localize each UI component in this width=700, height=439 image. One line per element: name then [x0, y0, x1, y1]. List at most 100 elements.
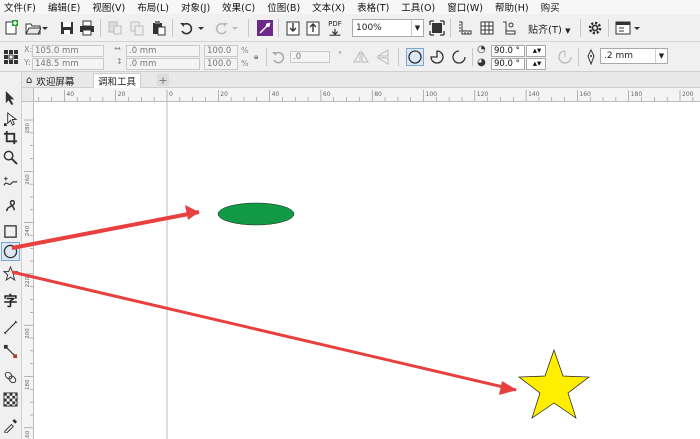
horizontal-ruler[interactable]: 40 20 0 20 40 60 80 100 120 140 160 180 200	[22, 88, 700, 102]
new-document-icon[interactable]	[2, 19, 20, 37]
copy-icon	[128, 19, 146, 37]
ruler-tick-label: 140	[528, 91, 540, 98]
scale-x-field[interactable]: 100.0	[204, 45, 238, 57]
redo-dropdown-icon	[230, 19, 240, 37]
property-bar: X: 105.0 mm Y: 148.5 mm ↔ .0 mm ↕ .0 mm …	[0, 42, 700, 72]
snap-to-menu[interactable]: 贴齐(T) ▼	[528, 21, 571, 36]
ellipse-mode-icon[interactable]	[406, 48, 424, 66]
application-launcher-icon[interactable]	[614, 19, 632, 37]
show-guidelines-icon[interactable]	[500, 19, 518, 37]
ruler-tick-label: 220	[25, 276, 31, 287]
pie-mode-icon[interactable]	[428, 48, 446, 66]
undo-dropdown-icon[interactable]	[196, 19, 206, 37]
scale-y-field[interactable]: 100.0	[204, 58, 238, 70]
x-position-field[interactable]: 105.0 mm	[32, 45, 104, 57]
redo-icon	[212, 19, 230, 37]
menu-item-1[interactable]: 编辑(E)	[48, 0, 80, 14]
tab-document[interactable]: 调和工具	[93, 73, 142, 88]
blend-tool-icon[interactable]	[1, 368, 20, 387]
ruler-tick-label: 100	[426, 91, 438, 98]
vertical-ruler[interactable]: 280 260 240 220 200 180 160	[22, 102, 34, 439]
outline-width-select[interactable]: .2 mm ▼	[600, 48, 668, 64]
menu-item-0[interactable]: 文件(F)	[4, 0, 36, 14]
mirror-horizontal-icon	[352, 48, 370, 66]
export-icon[interactable]	[304, 19, 322, 37]
corel-connect-icon[interactable]	[256, 19, 274, 37]
start-angle-icon: ◔	[477, 44, 486, 55]
start-angle-spinner[interactable]: ▴▾	[526, 45, 546, 57]
chevron-down-icon: ▼	[565, 27, 571, 35]
crop-tool-icon[interactable]	[1, 128, 20, 147]
menu-item-7[interactable]: 文本(X)	[312, 0, 345, 14]
menu-item-4[interactable]: 对象(J)	[181, 0, 210, 14]
drawing-canvas[interactable]	[34, 102, 700, 439]
menu-item-3[interactable]: 布局(L)	[137, 0, 169, 14]
menu-item-10[interactable]: 窗口(W)	[447, 0, 483, 14]
standard-toolbar: PDF 100% ▼ 贴齐(T) ▼	[0, 14, 700, 42]
menu-bar: 文件(F) 编辑(E) 视图(V) 布局(L) 对象(J) 效果(C) 位图(B) 文本(X)…	[0, 0, 700, 14]
menu-item-12[interactable]: 购买	[541, 0, 560, 14]
ruler-tick-label: 200	[25, 328, 31, 339]
shape-tool-icon[interactable]	[1, 110, 20, 129]
width-field[interactable]: .0 mm	[126, 45, 200, 57]
zoom-level-select[interactable]: 100% ▼	[352, 19, 424, 37]
menu-item-6[interactable]: 位图(B)	[267, 0, 300, 14]
zoom-tool-icon[interactable]	[1, 148, 20, 167]
eyedropper-tool-icon[interactable]	[1, 416, 20, 435]
show-rulers-icon[interactable]	[456, 19, 474, 37]
import-icon[interactable]	[284, 19, 302, 37]
chevron-down-icon: ▼	[655, 49, 667, 63]
print-icon[interactable]	[78, 19, 96, 37]
end-angle-field[interactable]: 90.0 °	[491, 58, 525, 70]
ruler-tick-label: 200	[682, 91, 694, 98]
show-grid-icon[interactable]	[478, 19, 496, 37]
home-icon: ⌂	[26, 75, 33, 86]
y-position-field[interactable]: 148.5 mm	[32, 58, 104, 70]
tab-welcome-screen[interactable]: ⌂ 欢迎屏幕	[22, 73, 78, 88]
menu-item-8[interactable]: 表格(T)	[357, 0, 389, 14]
undo-icon[interactable]	[178, 19, 196, 37]
save-icon[interactable]	[58, 19, 76, 37]
paste-icon[interactable]	[150, 19, 168, 37]
polygon-star-tool-icon[interactable]	[1, 264, 20, 283]
dimension-tool-icon[interactable]	[1, 318, 20, 337]
green-ellipse[interactable]	[217, 202, 295, 226]
ruler-origin-corner[interactable]	[22, 88, 34, 102]
lock-ratio-icon[interactable]: 🔒︎	[254, 52, 258, 62]
end-angle-spinner[interactable]: ▴▾	[526, 58, 546, 70]
pick-tool-icon[interactable]	[1, 88, 20, 107]
rotation-icon	[270, 48, 288, 66]
ellipse-tool-icon[interactable]	[1, 242, 20, 261]
freehand-tool-icon[interactable]	[1, 172, 20, 191]
menu-item-11[interactable]: 帮助(H)	[495, 0, 529, 14]
height-field[interactable]: .0 mm	[126, 58, 200, 70]
text-tool-icon[interactable]: 字	[1, 292, 20, 311]
connector-tool-icon[interactable]	[1, 342, 20, 361]
toolbox: 字	[0, 72, 22, 439]
menu-item-9[interactable]: 工具(O)	[401, 0, 435, 14]
publish-pdf-icon[interactable]: PDF	[324, 19, 346, 37]
scale-x-percent: %	[241, 46, 249, 55]
menu-item-5[interactable]: 效果(C)	[222, 0, 255, 14]
launcher-dropdown-icon[interactable]	[632, 19, 642, 37]
rotation-angle-field[interactable]: .0	[290, 51, 330, 63]
x-label: X:	[24, 45, 33, 54]
ruler-tick-label: 260	[25, 174, 31, 185]
artistic-media-tool-icon[interactable]	[1, 196, 20, 215]
change-direction-icon	[556, 48, 574, 66]
open-dropdown-icon[interactable]	[40, 19, 50, 37]
full-screen-preview-icon[interactable]	[428, 19, 446, 37]
rectangle-tool-icon[interactable]	[1, 222, 20, 241]
start-angle-field[interactable]: 90.0 °	[491, 45, 525, 57]
add-tab-button[interactable]: +	[157, 74, 169, 87]
arc-mode-icon[interactable]	[450, 48, 468, 66]
transparency-tool-icon[interactable]	[1, 390, 20, 409]
snap-label: 贴齐(T)	[528, 25, 562, 36]
ruler-tick-label: 20	[220, 91, 228, 98]
zoom-level-value: 100%	[356, 23, 382, 33]
menu-item-2[interactable]: 视图(V)	[92, 0, 125, 14]
yellow-star[interactable]	[518, 348, 590, 419]
options-gear-icon[interactable]	[586, 19, 604, 37]
y-label: Y:	[24, 58, 31, 67]
object-origin-icon[interactable]	[2, 48, 20, 66]
